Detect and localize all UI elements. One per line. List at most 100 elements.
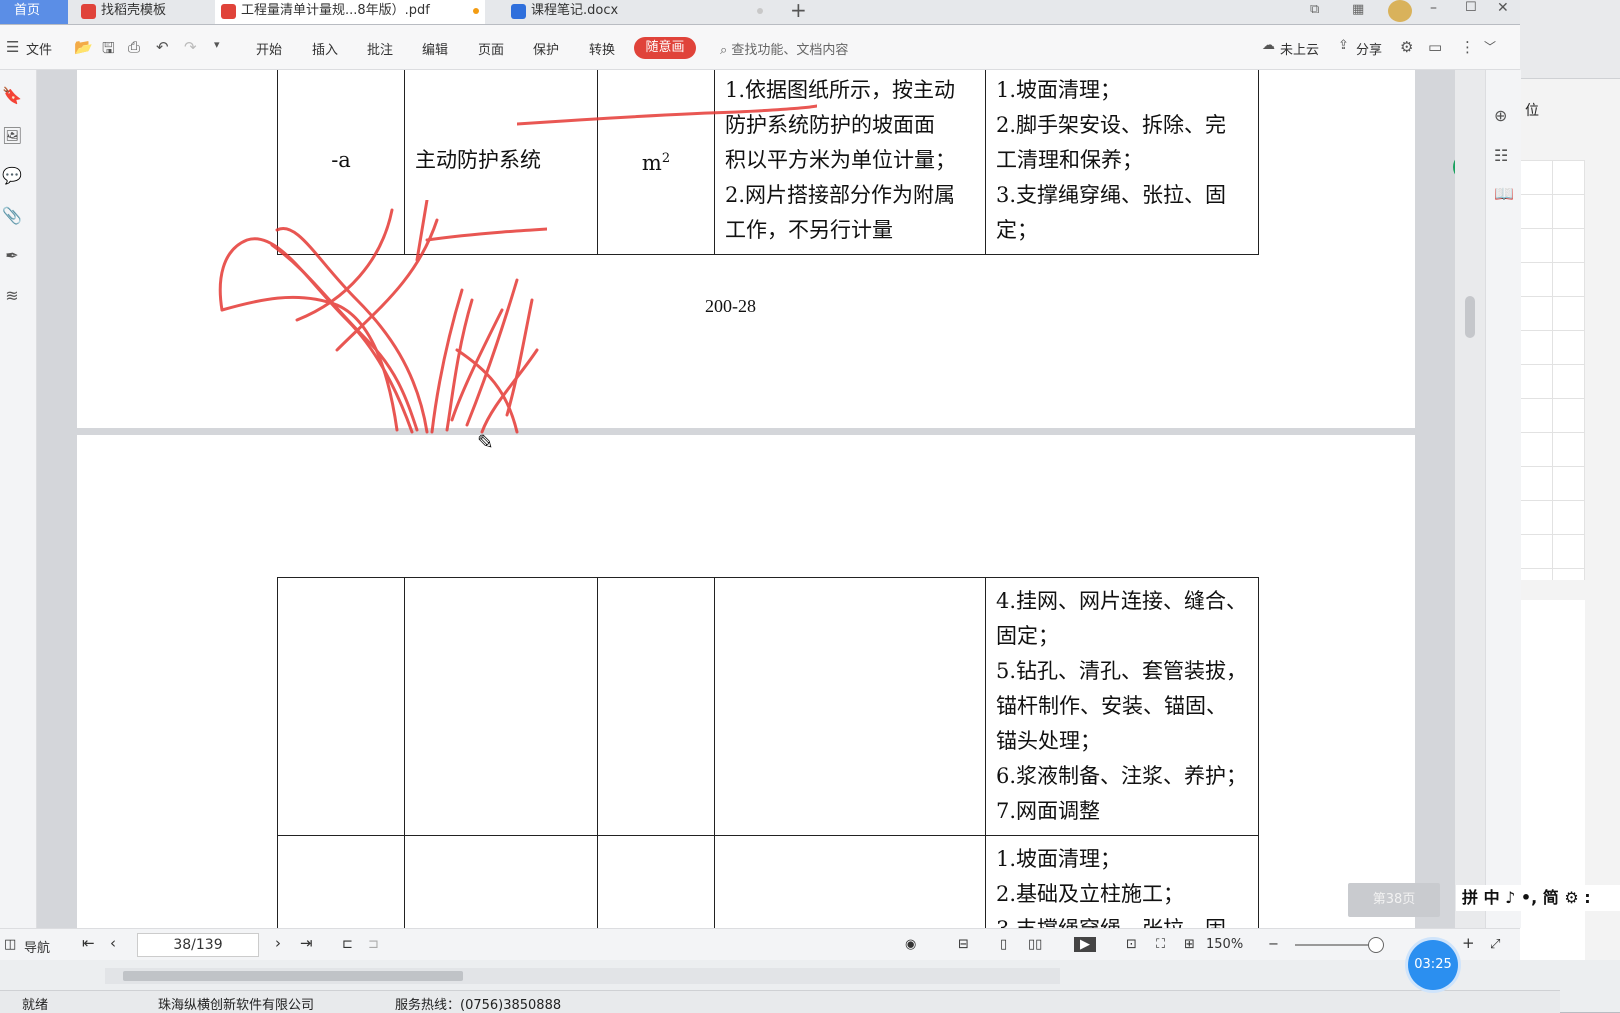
zoom-search-icon[interactable]: ⊕ [1494,106,1507,125]
work-line: 1.坡面清理； [996,847,1122,871]
service-hotline: 服务热线：(0756)3850888 [395,998,562,1013]
attachment-icon[interactable]: 📎 [2,206,22,228]
forward-icon[interactable]: ⊐ [368,937,379,952]
tab-templates[interactable]: 找稻壳模板 [75,0,210,24]
document-viewport[interactable]: -a 主动防护系统 m2 1.依据图纸所示，按主动 防护系统防护的坡面面 积以平… [37,70,1485,928]
scrollbar-thumb[interactable] [123,971,463,981]
ime-toolbar[interactable]: 拼 中 ♪ •, 简 ⚙ : [1456,885,1620,911]
table-row: 1.坡面清理； 2.基础及立柱施工； 3.支撑绳穿绳、张拉、固 [277,835,1259,928]
apps-grid-icon[interactable]: ▦ [1352,2,1364,17]
new-tab-plus-icon[interactable]: + [790,0,807,20]
play-slideshow-icon[interactable]: ▶ [1074,937,1096,952]
more-vertical-icon[interactable]: ⋮ [1460,38,1475,56]
work-line: 锚头处理； [996,729,1101,753]
menu-edit[interactable]: 编辑 [422,39,448,58]
first-page-icon[interactable]: ⇤ [82,934,95,952]
recording-timer[interactable]: 03:25 [1408,940,1458,990]
single-page-icon[interactable]: ▯ [1000,937,1007,952]
status-bar: ◫ 导航 ⇤ ‹ 38/139 › ⇥ ⊏ ⊐ ◉ ⊟ ▯ ▯▯ ▶ ⊡ ⛶ ⊞… [0,928,1520,961]
print-icon[interactable]: ⎙ [128,38,140,56]
zoom-out-icon[interactable]: − [1268,937,1279,952]
page-number-input[interactable]: 38/139 [137,933,259,957]
settings-gear-icon[interactable]: ⚙ [1400,38,1413,56]
vertical-scrollbar[interactable] [1455,70,1485,928]
next-page-icon[interactable]: › [275,934,281,952]
back-icon[interactable]: ⊏ [342,937,353,952]
unit-cell [597,577,715,836]
undo-icon[interactable]: ↶ [156,38,169,56]
comment-panel-icon[interactable]: 💬 [2,166,22,188]
nav-panel-icon[interactable]: ◫ [4,937,16,952]
bookmark-icon[interactable]: 🔖 [2,86,22,108]
share-icon: ⇪ [1338,38,1349,53]
pdf-page-28: -a 主动防护系统 m2 1.依据图纸所示，按主动 防护系统防护的坡面面 积以平… [77,70,1415,434]
zoom-slider-knob[interactable] [1368,937,1384,953]
continuous-page-icon[interactable]: ⊟ [958,937,969,952]
last-page-icon[interactable]: ⇥ [300,934,313,952]
tab-bar: 首页 找稻壳模板 工程量清单计量规...8年版）.pdf 课程笔记.docx +… [0,0,1520,24]
menu-annotate[interactable]: 批注 [367,39,393,58]
freehand-scribble-annotation[interactable] [217,200,547,435]
double-page-icon[interactable]: ▯▯ [1028,937,1042,952]
prev-page-icon[interactable]: ‹ [110,934,116,952]
menu-page[interactable]: 页面 [478,39,504,58]
scrollbar-thumb[interactable] [1465,296,1475,338]
window-layout-icon[interactable]: ⧉ [1310,2,1319,17]
freehand-draw-button[interactable]: 随意画 [634,37,696,59]
search-input[interactable]: ⌕ 查找功能、文档内容 [720,39,848,58]
rule-line: 工作，不另行计量 [725,218,893,242]
save-icon[interactable]: 🖫 [102,38,115,63]
table-row: 4.挂网、网片连接、缝合、 固定； 5.钻孔、清孔、套管装拔， 锚杆制作、安装、… [277,577,1259,836]
rule-line: 积以平方米为单位计量； [725,148,956,172]
ready-status: 就绪 [22,998,49,1013]
actual-size-icon[interactable]: ⊡ [1126,937,1137,952]
nav-button[interactable]: 导航 [24,937,50,956]
unit-text: m [641,150,662,175]
minimize-icon[interactable]: – [1430,0,1437,16]
fullscreen-icon[interactable]: ⤢ [1490,937,1500,952]
excel-grid [1520,160,1585,580]
layers-icon[interactable]: ≋ [2,286,22,308]
daoke-icon [81,4,96,19]
zoom-level[interactable]: 150% [1206,937,1243,952]
user-avatar[interactable] [1388,0,1412,22]
signature-icon[interactable]: ✒ [2,246,22,268]
measurement-rule-cell [714,835,986,928]
collapse-ribbon-icon[interactable]: ﹀ [1484,38,1496,55]
read-mode-icon[interactable]: 📖 [1494,184,1514,203]
menu-start[interactable]: 开始 [256,39,282,58]
work-line: 1.坡面清理； [996,78,1122,102]
chevron-down-icon[interactable]: ▾ [214,38,220,51]
menu-convert[interactable]: 转换 [589,39,615,58]
redo-icon[interactable]: ↷ [184,38,197,56]
pdf-icon [221,4,236,19]
work-line: 3.支撑绳穿绳、张拉、固 [996,183,1227,207]
close-icon[interactable]: ✕ [1497,0,1509,16]
tab-home[interactable]: 首页 [0,0,68,24]
work-content-cell: 4.挂网、网片连接、缝合、 固定； 5.钻孔、清孔、套管装拔， 锚杆制作、安装、… [985,577,1259,836]
hamburger-menu-icon[interactable]: ☰ [6,38,19,56]
work-line: 固定； [996,624,1059,648]
fit-page-icon[interactable]: ⛶ [1156,937,1165,952]
item-name-cell [404,577,598,836]
horizontal-scrollbar[interactable] [105,968,1060,984]
open-folder-icon[interactable]: 📂 [74,38,93,56]
comment-icon[interactable]: ▭ [1428,38,1442,56]
maximize-icon[interactable]: ☐ [1465,0,1477,15]
menu-file[interactable]: 文件 [26,39,52,58]
tab-label: 找稻壳模板 [101,3,167,18]
thumbnail-icon[interactable]: 🖼 [2,126,22,148]
adjust-sliders-icon[interactable]: ☷ [1494,146,1508,165]
tab-docx-document[interactable]: 课程笔记.docx [505,0,770,24]
item-name-cell [404,835,598,928]
menu-insert[interactable]: 插入 [312,39,338,58]
cloud-status[interactable]: 未上云 [1280,39,1319,58]
excel-toolbar [1520,0,1620,79]
fit-width-icon[interactable]: ⊞ [1184,937,1195,952]
menu-protect[interactable]: 保护 [533,39,559,58]
zoom-in-icon[interactable]: + [1462,934,1475,952]
freehand-underline-annotation[interactable] [517,70,817,130]
share-button[interactable]: 分享 [1356,39,1382,58]
tab-pdf-document[interactable]: 工程量清单计量规...8年版）.pdf [215,0,485,24]
eye-protect-icon[interactable]: ◉ [905,937,916,952]
